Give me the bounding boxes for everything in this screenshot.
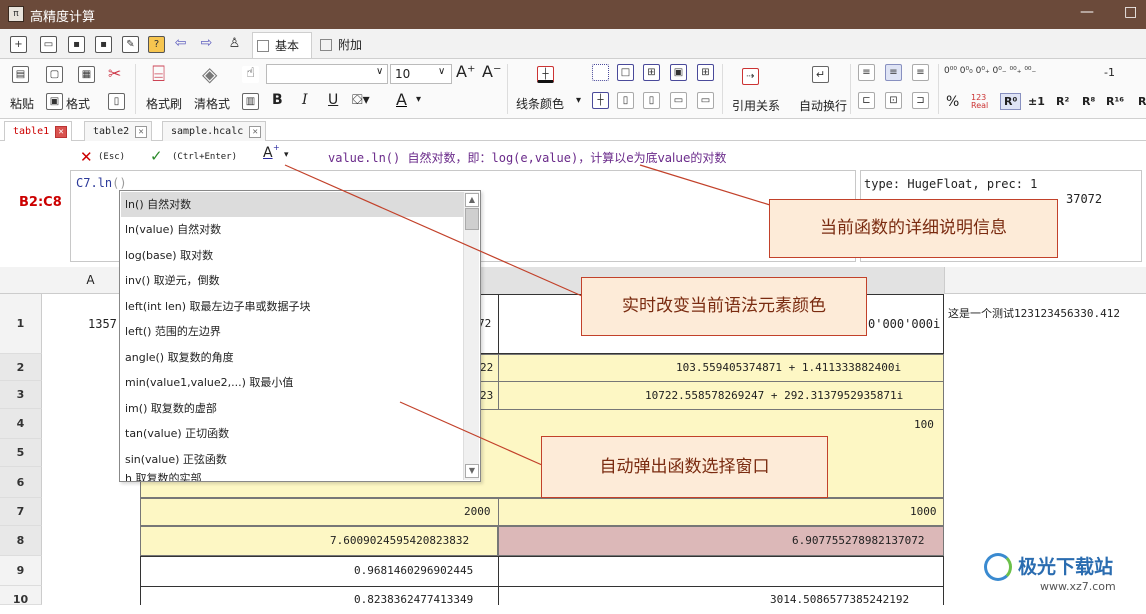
watermark-name: 极光下载站: [1018, 556, 1114, 578]
callout-line-popup: [399, 401, 543, 466]
callout-line-color: [284, 164, 583, 297]
callout-color: 实时改变当前语法元素颜色: [581, 277, 867, 336]
callout-detail: 当前函数的详细说明信息: [769, 199, 1058, 258]
watermark-logo-icon: [984, 553, 1012, 581]
callout-line-detail: [639, 164, 771, 206]
watermark-url: www.xz7.com: [1040, 580, 1116, 593]
callout-popup: 自动弹出函数选择窗口: [541, 436, 828, 498]
callout-arrows: [284, 164, 771, 466]
